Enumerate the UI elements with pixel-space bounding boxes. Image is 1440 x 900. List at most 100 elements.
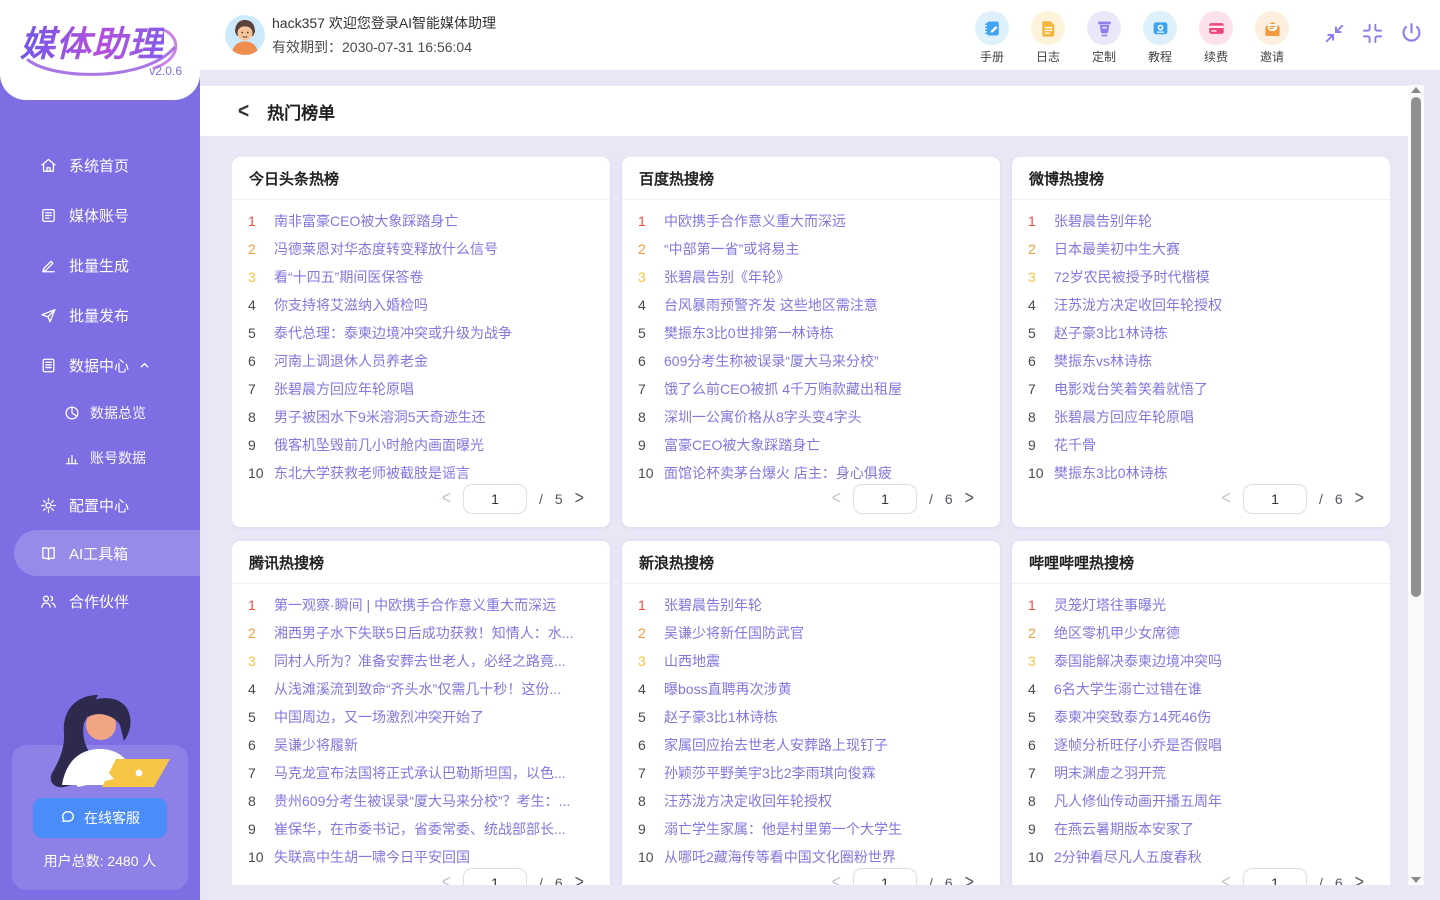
rank-link[interactable]: 从浅滩溪流到致命“齐头水”仅需几十秒！这份... xyxy=(274,679,561,699)
rank-link[interactable]: 山西地震 xyxy=(664,651,720,671)
user-avatar[interactable] xyxy=(225,15,265,55)
online-service-button[interactable]: 在线客服 xyxy=(33,798,167,838)
prev-page-icon[interactable]: < xyxy=(832,872,841,885)
rank-link[interactable]: 台风暴雨预警齐发 这些地区需注意 xyxy=(664,295,878,315)
rank-link[interactable]: 从哪吒2藏海传等看中国文化圈粉世界 xyxy=(664,847,896,867)
rank-link[interactable]: 饿了么前CEO被抓 4千万贿款藏出租屋 xyxy=(664,379,902,399)
vertical-scrollbar[interactable] xyxy=(1408,85,1424,885)
rank-link[interactable]: 孙颖莎平野美宇3比2李雨琪向俊霖 xyxy=(664,763,876,783)
rank-link[interactable]: 樊振东3比0世排第一林诗栋 xyxy=(664,323,834,343)
rank-link[interactable]: 面馆论杯卖茅台爆火 店主：身心俱疲 xyxy=(664,463,892,483)
rank-link[interactable]: 凡人修仙传动画开播五周年 xyxy=(1054,791,1222,811)
rank-link[interactable]: 72岁农民被授予时代楷模 xyxy=(1054,267,1210,287)
rank-link[interactable]: 吴谦少将新任国防武官 xyxy=(664,623,804,643)
scrollbar-thumb[interactable] xyxy=(1411,97,1421,597)
page-input[interactable] xyxy=(853,484,917,514)
rank-link[interactable]: 曝boss直聘再次涉黄 xyxy=(664,679,792,699)
rank-link[interactable]: 湘西男子水下失联5日后成功获救！知情人：水... xyxy=(274,623,573,643)
page-input[interactable] xyxy=(1243,868,1307,885)
rank-link[interactable]: 男子被困水下9米溶洞5天奇迹生还 xyxy=(274,407,486,427)
feature-日志[interactable]: 日志 xyxy=(1029,11,1067,65)
rank-link[interactable]: 电影戏台笑着笑着就悟了 xyxy=(1054,379,1208,399)
rank-link[interactable]: 张碧晨方回应年轮原唱 xyxy=(1054,407,1194,427)
next-page-icon[interactable]: > xyxy=(1355,488,1364,510)
rank-link[interactable]: 南非富豪CEO被大象踩踏身亡 xyxy=(274,211,458,231)
rank-link[interactable]: 汪苏泷方决定收回年轮授权 xyxy=(1054,295,1222,315)
prev-page-icon[interactable]: < xyxy=(1222,872,1231,885)
rank-link[interactable]: 2分钟看尽凡人五度春秋 xyxy=(1054,847,1202,867)
sidebar-item-2[interactable]: 批量生成 xyxy=(0,240,200,290)
rank-link[interactable]: 张碧晨告别年轮 xyxy=(1054,211,1152,231)
rank-link[interactable]: 泰代总理：泰柬边境冲突或升级为战争 xyxy=(274,323,512,343)
next-page-icon[interactable]: > xyxy=(575,872,584,885)
next-page-icon[interactable]: > xyxy=(1355,872,1364,885)
page-input[interactable] xyxy=(463,868,527,885)
rank-link[interactable]: 同村人所为？准备安葬去世老人，必经之路竟... xyxy=(274,651,566,671)
page-input[interactable] xyxy=(463,484,527,514)
sidebar-subitem-4-0[interactable]: 数据总览 xyxy=(0,390,200,435)
rank-link[interactable]: 日本最美初中生大赛 xyxy=(1054,239,1180,259)
rank-link[interactable]: 失联高中生胡一啸今日平安回国 xyxy=(274,847,470,867)
rank-link[interactable]: 看“十四五”期间医保答卷 xyxy=(274,267,423,287)
sidebar-item-5[interactable]: 配置中心 xyxy=(0,480,200,530)
rank-link[interactable]: 河南上调退休人员养老金 xyxy=(274,351,428,371)
rank-link[interactable]: 樊振东vs林诗栋 xyxy=(1054,351,1152,371)
scroll-down-icon[interactable] xyxy=(1411,877,1421,883)
feature-定制[interactable]: 定制 xyxy=(1085,11,1123,65)
rank-link[interactable]: 崔保华，在市委书记，省委常委、统战部部长... xyxy=(274,819,566,839)
rank-link[interactable]: 在燕云暑期版本安家了 xyxy=(1054,819,1194,839)
next-page-icon[interactable]: > xyxy=(965,872,974,885)
feature-续费[interactable]: 续费 xyxy=(1197,11,1235,65)
compress-arrows-icon[interactable] xyxy=(1323,22,1346,45)
rank-link[interactable]: 花千骨 xyxy=(1054,435,1096,455)
rank-link[interactable]: 汪苏泷方决定收回年轮授权 xyxy=(664,791,832,811)
rank-link[interactable]: 逐帧分析旺仔小乔是否假唱 xyxy=(1054,735,1222,755)
scroll-up-icon[interactable] xyxy=(1411,87,1421,93)
sidebar-item-3[interactable]: 批量发布 xyxy=(0,290,200,340)
rank-link[interactable]: 中欧携手合作意义重大而深远 xyxy=(664,211,846,231)
sidebar-item-6[interactable]: AI工具箱 xyxy=(14,530,200,576)
rank-link[interactable]: 泰国能解决泰柬边境冲突吗 xyxy=(1054,651,1222,671)
prev-page-icon[interactable]: < xyxy=(442,872,451,885)
sidebar-item-0[interactable]: 系统首页 xyxy=(0,140,200,190)
sidebar-item-1[interactable]: 媒体账号 xyxy=(0,190,200,240)
rank-link[interactable]: 樊振东3比0林诗栋 xyxy=(1054,463,1168,483)
rank-link[interactable]: 绝区零机甲少女席德 xyxy=(1054,623,1180,643)
rank-link[interactable]: 第一观察·瞬间 | 中欧携手合作意义重大而深远 xyxy=(274,595,556,615)
rank-link[interactable]: 明末渊虚之羽开荒 xyxy=(1054,763,1166,783)
rank-link[interactable]: 泰柬冲突致泰方14死46伤 xyxy=(1054,707,1211,727)
rank-link[interactable]: 吴谦少将履新 xyxy=(274,735,358,755)
feature-邀请[interactable]: 邀请 xyxy=(1253,11,1291,65)
rank-link[interactable]: 张碧晨告别《年轮》 xyxy=(664,267,790,287)
page-input[interactable] xyxy=(853,868,917,885)
rank-link[interactable]: “中部第一省”或将易主 xyxy=(664,239,799,259)
rank-link[interactable]: 赵子豪3比1林诗栋 xyxy=(1054,323,1168,343)
page-input[interactable] xyxy=(1243,484,1307,514)
rank-link[interactable]: 张碧晨方回应年轮原唱 xyxy=(274,379,414,399)
rank-link[interactable]: 赵子豪3比1林诗栋 xyxy=(664,707,778,727)
rank-link[interactable]: 俄客机坠毁前几小时舱内画面曝光 xyxy=(274,435,484,455)
rank-link[interactable]: 中国周边，又一场激烈冲突开始了 xyxy=(274,707,484,727)
exit-fullscreen-icon[interactable] xyxy=(1361,22,1384,45)
rank-link[interactable]: 贵州609分考生被误录“厦大马来分校”？考生：... xyxy=(274,791,570,811)
rank-link[interactable]: 你支持将艾滋纳入婚检吗 xyxy=(274,295,428,315)
feature-手册[interactable]: 手册 xyxy=(973,11,1011,65)
rank-link[interactable]: 富豪CEO被大象踩踏身亡 xyxy=(664,435,820,455)
rank-link[interactable]: 马克龙宣布法国将正式承认巴勒斯坦国，以色... xyxy=(274,763,566,783)
rank-link[interactable]: 溺亡学生家属：他是村里第一个大学生 xyxy=(664,819,902,839)
rank-link[interactable]: 家属回应抬去世老人安葬路上现钉子 xyxy=(664,735,888,755)
rank-link[interactable]: 深圳一公寓价格从8字头变4字头 xyxy=(664,407,862,427)
prev-page-icon[interactable]: < xyxy=(1222,488,1231,510)
next-page-icon[interactable]: > xyxy=(575,488,584,510)
rank-link[interactable]: 张碧晨告别年轮 xyxy=(664,595,762,615)
rank-link[interactable]: 6名大学生溺亡过错在谁 xyxy=(1054,679,1202,699)
back-icon[interactable]: < xyxy=(238,100,249,122)
sidebar-item-4[interactable]: 数据中心 xyxy=(0,340,200,390)
feature-教程[interactable]: 教程 xyxy=(1141,11,1179,65)
rank-link[interactable]: 冯德莱恩对华态度转变释放什么信号 xyxy=(274,239,498,259)
next-page-icon[interactable]: > xyxy=(965,488,974,510)
rank-link[interactable]: 灵笼灯塔往事曝光 xyxy=(1054,595,1166,615)
power-icon[interactable] xyxy=(1399,21,1424,46)
sidebar-item-7[interactable]: 合作伙伴 xyxy=(0,576,200,626)
prev-page-icon[interactable]: < xyxy=(442,488,451,510)
